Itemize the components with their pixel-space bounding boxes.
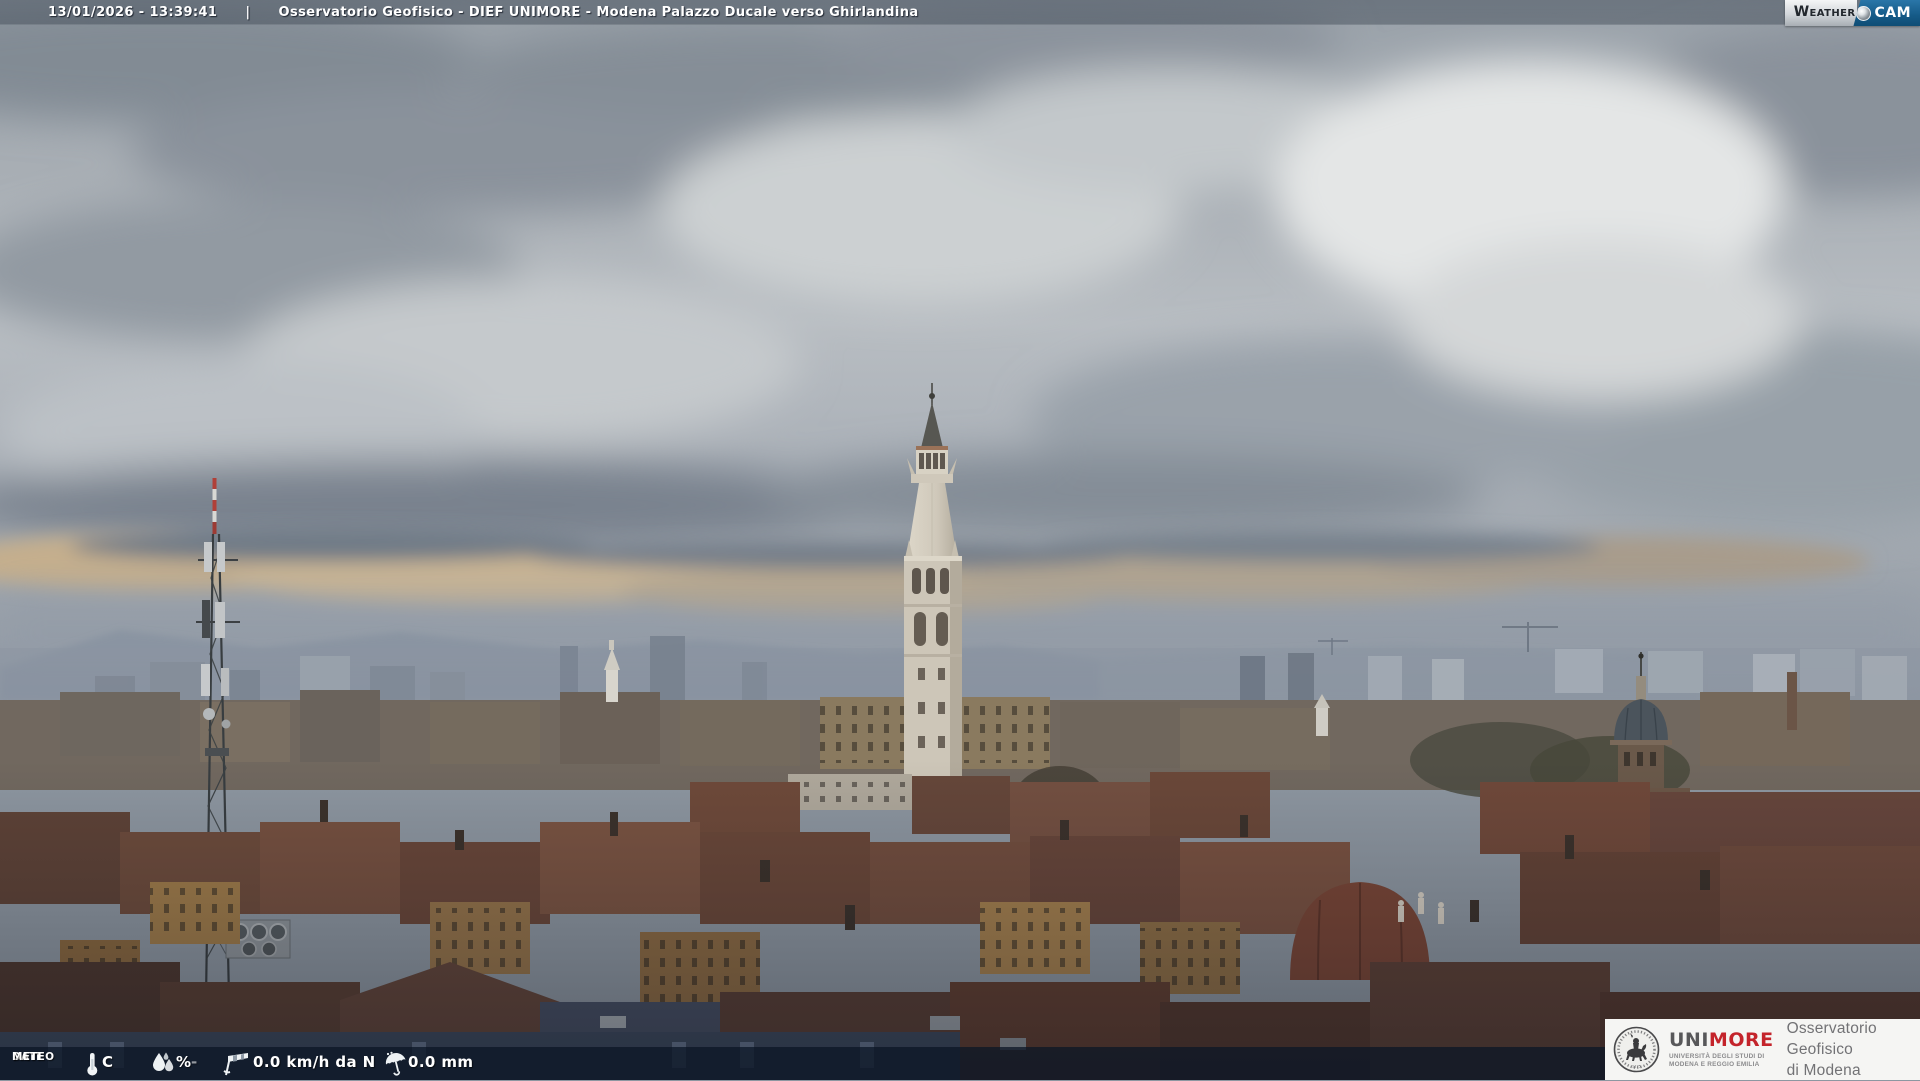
weathercam-logo: Weather CAM — [1784, 0, 1920, 26]
wind-value: 0.0 km/h da N — [253, 1053, 376, 1071]
camera-lens-icon — [1856, 5, 1872, 21]
top-status-bar: 13/01/2026 - 13:39:41 | Osservatorio Geo… — [0, 0, 1920, 25]
rain-value: 0.0 mm — [408, 1053, 474, 1071]
webcam-title: Osservatorio Geofisico - DIEF UNIMORE - … — [278, 4, 919, 20]
weathercam-word-left: Weather — [1784, 0, 1858, 26]
humidity-missing-indicator: - — [191, 1053, 198, 1071]
unimore-seal-icon: 1175 — [1613, 1026, 1660, 1073]
unimore-subtitle-line1: UNIVERSITÀ DEGLI STUDI DI — [1669, 1053, 1765, 1060]
unimore-subtitle-line2: MODENA E REGGIO EMILIA — [1669, 1060, 1760, 1068]
svg-text:1175: 1175 — [1632, 1065, 1641, 1069]
timestamp: 13/01/2026 - 13:39:41 — [48, 4, 218, 20]
unimore-acronym-more: MORE — [1708, 1029, 1774, 1051]
webcam-photo — [0, 0, 1920, 1080]
observatory-name-line1: Osservatorio Geofisico — [1786, 1020, 1877, 1058]
separator: | — [245, 4, 251, 20]
observatory-name: Osservatorio Geofisico di Modena — [1787, 1018, 1920, 1081]
unimore-wordmark: UNIMORE UNIVERSITÀ DEGLI STUDI DI MODENA… — [1669, 1031, 1774, 1068]
observatory-name-line2: di Modena — [1786, 1062, 1861, 1079]
unimore-acronym-uni: UNI — [1669, 1029, 1709, 1051]
weathercam-word-right: CAM — [1853, 0, 1920, 26]
unimore-logo-box: 1175 UNIMORE UNIVERSITÀ DEGLI STUDI DI M… — [1605, 1019, 1920, 1080]
